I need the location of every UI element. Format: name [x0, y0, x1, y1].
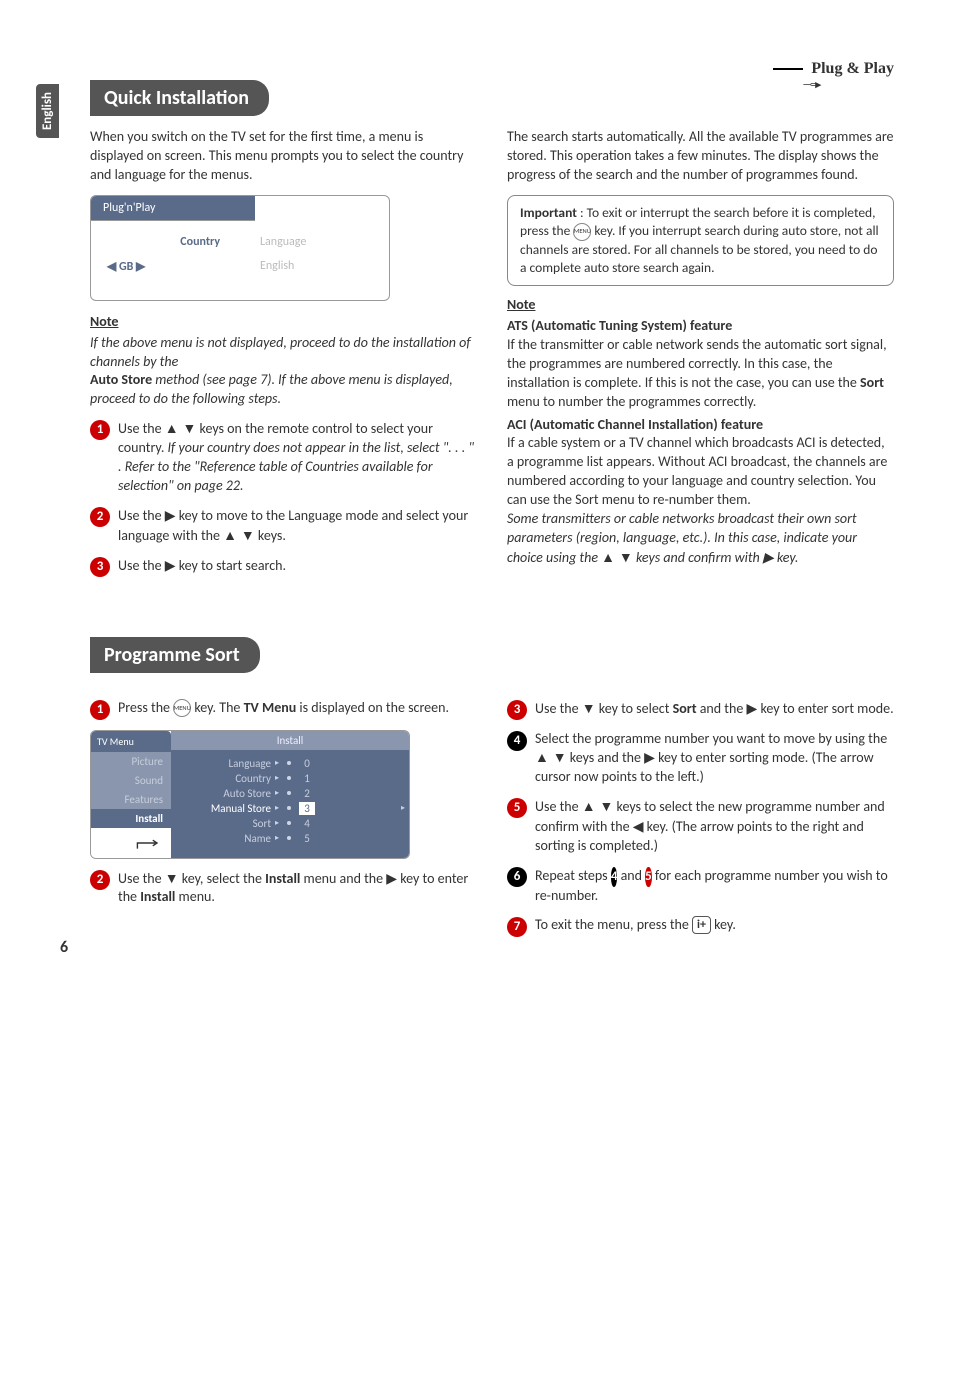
sort-step-1: 1 Press the MENU key. The TV Menu is dis… — [90, 699, 477, 720]
section-title-programme-sort: Programme Sort — [90, 637, 260, 673]
country-value: ◀ GB ▶ — [107, 259, 220, 274]
intro-text: When you switch on the TV set for the fi… — [90, 128, 477, 185]
step-number-4: 4 — [507, 731, 527, 751]
language-tab: English — [36, 84, 59, 138]
tv-side-picture: Picture — [91, 752, 171, 771]
aci-heading: ACI (Automatic Channel Installation) fea… — [507, 416, 894, 435]
step-number-7: 7 — [507, 917, 527, 937]
tv-menu-tab: TV Menu — [91, 731, 171, 752]
country-label: Country — [107, 235, 220, 249]
aci-italic: Some transmitters or cable networks broa… — [507, 510, 894, 568]
step-number-1b: 1 — [90, 700, 110, 720]
sort-step-2: 2 Use the ▼ key, select the Install menu… — [90, 869, 477, 908]
tv-side-install: Install — [91, 809, 171, 828]
note-heading: Note — [90, 313, 477, 330]
step-number-3: 3 — [90, 557, 110, 577]
note-body-2: Auto Store method (see page 7). If the a… — [90, 371, 477, 409]
tv-main-heading: Install — [171, 731, 409, 750]
search-intro: The search starts automatically. All the… — [507, 128, 894, 185]
step-1: 1 Use the ▲ ▼ keys on the remote control… — [90, 419, 477, 496]
arrow-icon — [91, 828, 171, 858]
sort-step-6: 6 Repeat steps 4 and 5 for each programm… — [507, 866, 894, 906]
tv-main-body: Language▸0 Country▸1 Auto Store▸2 Manual… — [171, 750, 409, 858]
step-2: 2 Use the ▶ key to move to the Language … — [90, 506, 477, 546]
plug-and-play-logo: Plug & Play ─=▸ — [773, 60, 894, 91]
note-body-1: If the above menu is not displayed, proc… — [90, 334, 477, 372]
step-number-2: 2 — [90, 507, 110, 527]
step-number-5: 5 — [507, 798, 527, 818]
step-number-1: 1 — [90, 420, 110, 440]
menu-key-icon: MENU — [173, 699, 191, 717]
ats-body: If the transmitter or cable network send… — [507, 336, 894, 412]
language-label: Language — [260, 235, 373, 249]
step-number-3b: 3 — [507, 700, 527, 720]
sort-step-4: 4 Select the programme number you want t… — [507, 730, 894, 788]
sort-step-5: 5 Use the ▲ ▼ keys to select the new pro… — [507, 797, 894, 856]
sort-step-7: 7 To exit the menu, press the i+ key. — [507, 916, 894, 937]
menu-header: Plug'n'Play — [91, 196, 255, 221]
note-heading-right: Note — [507, 296, 894, 313]
sort-step-3: 3 Use the ▼ key to select Sort and the ▶… — [507, 699, 894, 720]
aci-body: If a cable system or a TV channel which … — [507, 434, 894, 510]
menu-key-icon: MENU — [573, 223, 591, 241]
section-title-quick-installation: Quick Installation — [90, 80, 269, 116]
tv-side-features: Features — [91, 790, 171, 809]
ats-heading: ATS (Automatic Tuning System) feature — [507, 317, 894, 336]
tv-side-sound: Sound — [91, 771, 171, 790]
step-number-6: 6 — [507, 867, 527, 887]
step-number-2b: 2 — [90, 870, 110, 890]
tv-menu: TV Menu Picture Sound Features Install I… — [90, 730, 410, 859]
plugnplay-menu: Plug'n'Play Country ◀ GB ▶ Language Engl… — [90, 195, 390, 301]
important-box: Important : To exit or interrupt the sea… — [507, 195, 894, 286]
info-key-icon: i+ — [692, 916, 711, 934]
page-number: 6 — [60, 938, 68, 957]
language-value: English — [260, 259, 373, 273]
step-3: 3 Use the ▶ key to start search. — [90, 556, 477, 577]
